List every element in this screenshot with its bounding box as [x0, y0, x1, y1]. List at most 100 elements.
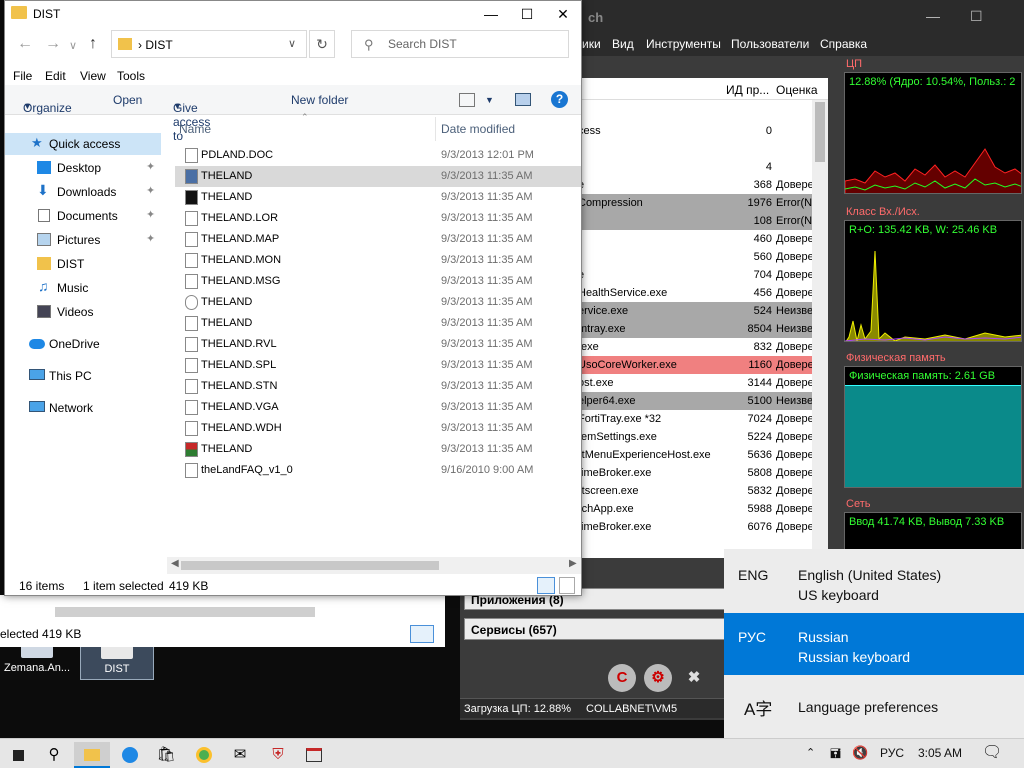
clock[interactable]: 3:05 AM: [918, 746, 962, 760]
taskbar-mail[interactable]: ✉: [222, 742, 258, 768]
maximize-button[interactable]: ☐: [970, 8, 983, 25]
recent-dropdown-icon[interactable]: ∨: [69, 39, 77, 52]
nav-videos[interactable]: Videos: [5, 301, 161, 323]
file-row[interactable]: THELAND.MON 9/3/2013 11:35 AM: [175, 250, 581, 271]
file-row[interactable]: THELAND.RVL 9/3/2013 11:35 AM: [175, 334, 581, 355]
file-row[interactable]: THELAND.VGA 9/3/2013 11:35 AM: [175, 397, 581, 418]
menu-item[interactable]: ики: [582, 37, 601, 51]
taskbar-antivirus[interactable]: ⛨: [260, 742, 296, 768]
pin-icon[interactable]: ✦: [146, 208, 155, 221]
language-option-english[interactable]: ENG English (United States) US keyboard: [724, 551, 1024, 613]
input-language-indicator[interactable]: РУС: [880, 746, 904, 760]
horizontal-scrollbar[interactable]: [55, 607, 315, 617]
file-row[interactable]: THELAND.MSG 9/3/2013 11:35 AM: [175, 271, 581, 292]
file-row[interactable]: THELAND 9/3/2013 11:35 AM: [175, 313, 581, 334]
open-button[interactable]: Open: [113, 93, 142, 107]
large-icons-view-button[interactable]: [559, 577, 575, 594]
menu-tools[interactable]: Инструменты: [646, 37, 721, 51]
file-row[interactable]: theLandFAQ_v1_0 9/16/2010 9:00 AM: [175, 460, 581, 481]
back-arrow-icon[interactable]: ←: [17, 35, 33, 53]
column-rating[interactable]: Оценка: [776, 83, 818, 97]
nav-this-pc[interactable]: This PC: [5, 365, 161, 387]
file-date: 9/3/2013 11:35 AM: [441, 317, 533, 329]
search-box[interactable]: ⚲: [351, 30, 569, 58]
nav-onedrive[interactable]: OneDrive: [5, 333, 161, 355]
nav-desktop[interactable]: Desktop ✦: [5, 157, 161, 179]
scroll-left-icon[interactable]: ◀: [171, 558, 179, 569]
new-folder-button[interactable]: New folder: [291, 93, 348, 107]
menu-edit[interactable]: Edit: [45, 69, 66, 83]
taskbar-edge[interactable]: [112, 742, 148, 768]
nav-music[interactable]: ♫ Music: [5, 277, 161, 299]
column-name[interactable]: Name: [179, 122, 211, 136]
up-arrow-icon[interactable]: ↑: [89, 35, 97, 53]
pin-icon[interactable]: ✦: [146, 160, 155, 173]
file-row[interactable]: PDLAND.DOC 9/3/2013 12:01 PM: [175, 145, 581, 166]
file-row[interactable]: THELAND.STN 9/3/2013 11:35 AM: [175, 376, 581, 397]
pin-icon[interactable]: ✦: [146, 184, 155, 197]
address-segment[interactable]: DIST: [145, 38, 172, 52]
tray-overflow-chevron-icon[interactable]: ⌃: [806, 746, 815, 759]
video-icon: [37, 305, 51, 318]
nav-downloads[interactable]: ⬇ Downloads ✦: [5, 181, 161, 203]
details-view-button[interactable]: [410, 625, 434, 643]
taskbar-chrome[interactable]: [186, 742, 222, 768]
file-row[interactable]: THELAND 9/3/2013 11:35 AM: [175, 166, 581, 187]
column-pid[interactable]: ИД пр...: [726, 83, 769, 97]
menu-view[interactable]: View: [80, 69, 106, 83]
section-services[interactable]: Сервисы (657): [464, 618, 728, 640]
refresh-button[interactable]: ↻: [309, 30, 335, 58]
file-row[interactable]: THELAND.MAP 9/3/2013 11:35 AM: [175, 229, 581, 250]
network-status-icon[interactable]: 🖬: [830, 745, 841, 767]
file-row[interactable]: THELAND 9/3/2013 11:35 AM: [175, 187, 581, 208]
language-option-russian[interactable]: РУС Russian Russian keyboard: [724, 613, 1024, 675]
notifications-icon[interactable]: 🗨: [982, 742, 1002, 762]
nav-network[interactable]: Network: [5, 397, 161, 419]
nav-documents[interactable]: Documents ✦: [5, 205, 161, 227]
nav-dist[interactable]: DIST: [5, 253, 161, 275]
file-row[interactable]: THELAND.LOR 9/3/2013 11:35 AM: [175, 208, 581, 229]
minimize-button[interactable]: —: [473, 3, 509, 25]
scroll-right-icon[interactable]: ▶: [569, 558, 577, 569]
horizontal-scrollbar[interactable]: ◀ ▶: [167, 557, 581, 574]
pin-icon[interactable]: ✦: [146, 232, 155, 245]
search-button[interactable]: ⚲: [36, 742, 72, 768]
preview-pane-icon[interactable]: [515, 93, 531, 106]
tools-icon[interactable]: ✖: [680, 664, 708, 692]
file-row[interactable]: THELAND.SPL 9/3/2013 11:35 AM: [175, 355, 581, 376]
maximize-button[interactable]: ☐: [509, 3, 545, 25]
forward-arrow-icon[interactable]: →: [45, 35, 61, 53]
language-preferences-link[interactable]: A字 Language preferences: [724, 677, 1024, 737]
scroll-thumb[interactable]: [181, 561, 439, 570]
file-row[interactable]: THELAND 9/3/2013 11:35 AM: [175, 292, 581, 313]
volume-muted-icon[interactable]: 🔇: [852, 745, 868, 761]
address-box[interactable]: › DIST ∨: [111, 30, 307, 58]
taskbar-file-explorer[interactable]: [74, 742, 110, 768]
menu-file[interactable]: File: [13, 69, 32, 83]
menu-view[interactable]: Вид: [612, 37, 634, 51]
search-input[interactable]: [388, 36, 558, 52]
details-view-button[interactable]: [537, 577, 555, 594]
scroll-thumb[interactable]: [815, 102, 825, 162]
vertical-scrollbar[interactable]: [812, 100, 828, 558]
taskbar-store[interactable]: 🛍: [148, 742, 184, 768]
taskbar-app[interactable]: [296, 742, 332, 768]
menu-help[interactable]: Справка: [820, 37, 867, 51]
nav-quick-access[interactable]: ★ Quick access: [5, 133, 161, 155]
view-dropdown-icon[interactable]: ▼: [485, 95, 494, 105]
close-button[interactable]: ✕: [545, 3, 581, 25]
file-row[interactable]: THELAND.WDH 9/3/2013 11:35 AM: [175, 418, 581, 439]
comodo-icon[interactable]: C: [608, 664, 636, 692]
minimize-button[interactable]: —: [926, 8, 940, 24]
menu-tools[interactable]: Tools: [117, 69, 145, 83]
change-view-icon[interactable]: [459, 93, 475, 107]
nav-pictures[interactable]: Pictures ✦: [5, 229, 161, 251]
column-date-modified[interactable]: Date modified: [441, 122, 515, 136]
help-button[interactable]: ?: [551, 91, 568, 108]
column-divider[interactable]: [435, 117, 436, 141]
chevron-down-icon[interactable]: ∨: [288, 37, 296, 50]
menu-users[interactable]: Пользователи: [731, 37, 809, 51]
start-button[interactable]: [0, 742, 36, 768]
gear-icon[interactable]: ⚙: [644, 664, 672, 692]
file-row[interactable]: THELAND 9/3/2013 11:35 AM: [175, 439, 581, 460]
